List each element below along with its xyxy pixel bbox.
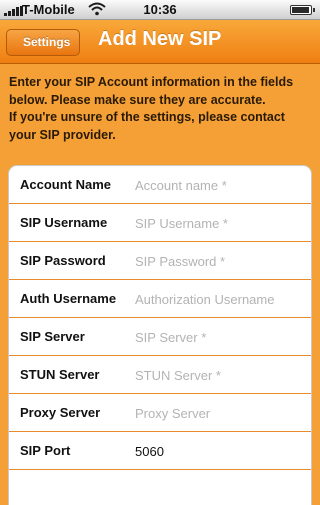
form-row-proxy-server: Proxy Server [9,394,311,432]
auth-username-field[interactable] [135,289,305,309]
sip-username-field[interactable] [135,213,305,233]
sip-port-field[interactable] [135,441,305,461]
sip-account-form: Account Name SIP Username SIP Password A… [8,165,312,505]
sip-password-label: SIP Password [20,253,106,268]
sip-server-field[interactable] [135,327,305,347]
sip-username-label: SIP Username [20,215,108,230]
proxy-server-label: Proxy Server [20,405,101,420]
stun-server-field[interactable] [135,365,305,385]
stun-server-label: STUN Server [20,367,100,382]
form-row-stun-server: STUN Server [9,356,311,394]
intro-line: your SIP provider. [9,127,116,142]
sip-port-label: SIP Port [20,443,71,458]
form-row-account-name: Account Name [9,166,311,204]
intro-line: If you're unsure of the settings, please… [9,110,285,124]
intro-line: Enter your SIP Account information in th… [9,75,294,89]
form-row-auth-username: Auth Username [9,280,311,318]
auth-username-label: Auth Username [20,291,117,306]
back-button[interactable]: Settings [6,29,81,56]
navigation-bar: Settings Add New SIP [0,20,320,64]
status-bar: T-Mobile 10:36 [0,0,320,20]
sip-server-label: SIP Server [20,329,85,344]
sip-password-field[interactable] [135,251,305,271]
page-title: Add New SIP [98,28,222,50]
account-name-field[interactable] [135,175,305,195]
back-button-label: Settings [23,35,71,49]
proxy-server-field[interactable] [135,403,305,423]
intro-text: Enter your SIP Account information in th… [9,74,314,144]
account-name-label: Account Name [20,177,112,192]
battery-icon [290,5,315,15]
form-row-sip-password: SIP Password [9,242,311,280]
intro-line: below. Please make sure they are accurat… [9,92,266,107]
status-time: 10:36 [143,2,177,17]
form-row-sip-username: SIP Username [9,204,311,242]
form-row-sip-port: SIP Port [9,432,311,470]
form-row-sip-server: SIP Server [9,318,311,356]
